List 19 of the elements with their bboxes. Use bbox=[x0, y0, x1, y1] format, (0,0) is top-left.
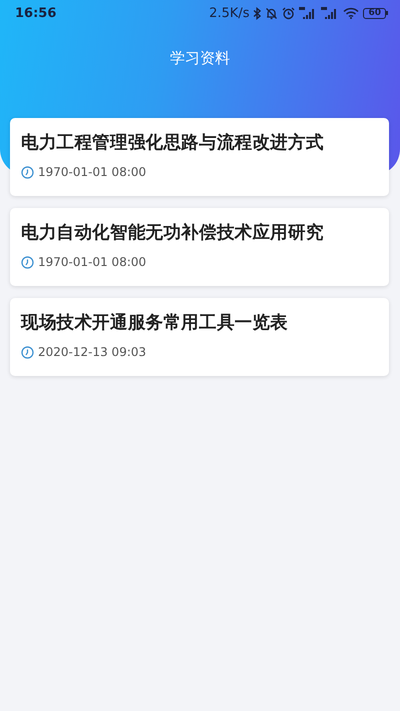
network-speed: 2.5K/s bbox=[209, 6, 250, 20]
bluetooth-icon bbox=[253, 6, 262, 20]
alarm-icon bbox=[282, 6, 296, 20]
article-card[interactable]: 现场技术开通服务常用工具一览表 2020-12-13 09:03 bbox=[10, 298, 389, 376]
wifi-icon bbox=[343, 7, 360, 19]
muted-bell-icon bbox=[265, 6, 278, 20]
article-card[interactable]: 电力自动化智能无功补偿技术应用研究 1970-01-01 08:00 bbox=[10, 208, 389, 286]
article-date: 1970-01-01 08:00 bbox=[38, 255, 146, 269]
page-title: 学习资料 bbox=[169, 48, 231, 68]
article-date: 1970-01-01 08:00 bbox=[38, 165, 146, 179]
status-time: 16:56 bbox=[15, 6, 58, 20]
clock-icon bbox=[21, 346, 34, 358]
article-card[interactable]: 电力工程管理强化思路与流程改进方式 1970-01-01 08:00 bbox=[10, 118, 389, 196]
clock-icon bbox=[21, 166, 34, 178]
article-title: 电力自动化智能无功补偿技术应用研究 bbox=[21, 222, 325, 244]
article-date: 2020-12-13 09:03 bbox=[38, 345, 146, 359]
clock-icon bbox=[21, 256, 34, 268]
article-title: 现场技术开通服务常用工具一览表 bbox=[21, 312, 290, 334]
article-title: 电力工程管理强化思路与流程改进方式 bbox=[21, 132, 325, 154]
